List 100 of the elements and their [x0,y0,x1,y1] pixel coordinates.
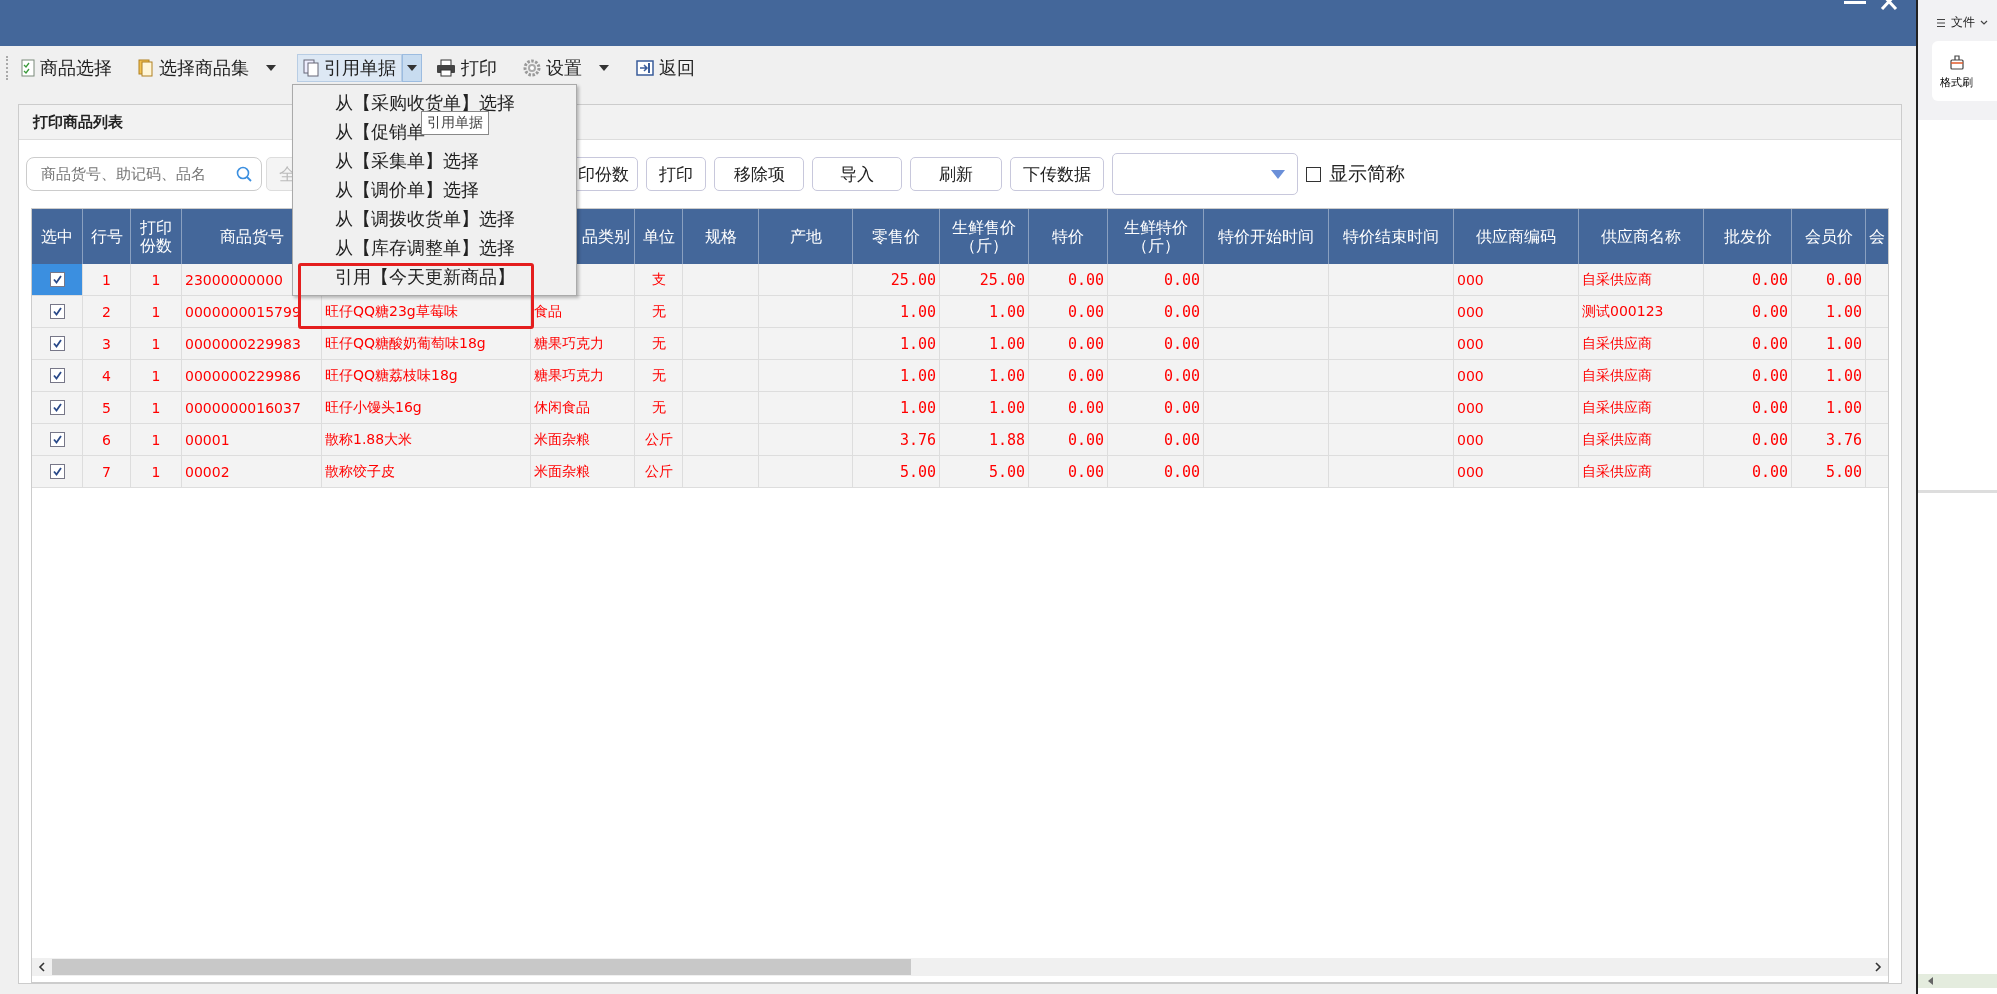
table-cell: 1.00 [988,398,1025,417]
side-scrollbar[interactable] [1918,974,1997,988]
action-button[interactable]: 移除项 [714,157,804,191]
table-cell: 0.00 [1163,462,1200,481]
column-header: 特价结束时间 [1343,227,1439,246]
row-checkbox[interactable] [49,272,65,287]
exit-icon [636,60,654,76]
table-cell: 0.00 [1751,334,1788,353]
table-cell: 旺仔QQ糖酸奶葡萄味18g [325,334,486,353]
table-cell: 00001 [185,431,230,448]
table-cell: 0000000229983 [185,335,301,352]
table-cell: 23000000000 [185,271,283,288]
table-cell: 0.00 [1067,270,1104,289]
table-cell: 000 [1457,367,1484,384]
copy-icon [303,59,319,77]
table-cell: 旺仔小馒头16g [325,398,422,417]
table-cell: 0.00 [1751,462,1788,481]
table-cell: 25.00 [979,270,1025,289]
table-cell: 1 [151,367,161,384]
toolbar-button[interactable]: 商品选择 [15,54,118,82]
table-cell: 0.00 [1067,462,1104,481]
table-cell: 自采供应商 [1582,398,1652,417]
table-cell: 3.76 [1825,430,1862,449]
toolbar-button[interactable]: 选择商品集 [132,54,255,82]
table-cell: 1 [151,303,161,320]
table-cell: 0.00 [1163,398,1200,417]
caret-icon[interactable] [402,54,422,82]
row-checkbox[interactable] [49,464,65,479]
table-cell: 糖果巧克力 [534,366,604,385]
action-button[interactable]: 导入 [812,157,902,191]
tooltip: 引用单据 [421,111,489,135]
table-cell: 无 [651,398,666,417]
action-button[interactable]: 下传数据 [1010,157,1104,191]
table-cell: 旺仔QQ糖荔枝味18g [325,366,458,385]
table-cell: 无 [651,334,666,353]
scroll-left-icon[interactable] [38,962,46,972]
table-cell: 公斤 [644,430,673,449]
table-cell: 散称饺子皮 [325,462,395,481]
table-cell: 25.00 [890,270,936,289]
table-cell: 1.00 [1825,302,1862,321]
table-cell: 0.00 [1163,270,1200,289]
column-header: 零售价 [872,227,920,246]
table-cell: 0.00 [1067,302,1104,321]
printer-icon [436,59,456,77]
table-cell: 散称1.88大米 [325,430,413,449]
toolbar-button[interactable]: 引用单据 [297,54,402,82]
table-cell: 0.00 [1067,334,1104,353]
row-checkbox[interactable] [49,336,65,351]
table-cell: 旺仔QQ糖23g草莓味 [325,302,458,321]
format-painter-button[interactable]: 格式刷 [1932,52,1981,90]
column-header: 商品货号 [219,227,284,246]
table-cell: 1.88 [988,430,1025,449]
close-icon[interactable] [1880,0,1898,10]
scroll-right-icon[interactable] [1874,962,1882,972]
column-header: 特价 [1052,227,1084,246]
table-cell: 公斤 [644,462,673,481]
table-cell: 自采供应商 [1582,270,1652,289]
minimize-icon[interactable] [1844,0,1866,6]
table-cell: 0.00 [1067,430,1104,449]
horizontal-scrollbar[interactable] [32,958,1888,976]
table-cell: 000 [1457,431,1484,448]
table-cell: 0000000229986 [185,367,301,384]
search-field[interactable]: 商品货号、助记码、品名 [26,157,262,191]
table-cell: 5 [102,399,111,416]
menu-icon[interactable] [1936,17,1946,28]
dropdown-field[interactable] [1112,153,1298,195]
chevron-icon[interactable] [1980,19,1988,26]
column-header: 特价开始时间 [1218,227,1314,246]
table-cell: 米面杂粮 [534,430,590,449]
menu-item[interactable]: 从【采集单】选择 [335,148,479,173]
table-cell: 1 [151,271,161,288]
toolbar-button[interactable]: 打印 [430,54,503,82]
action-button[interactable]: 打印 [646,157,706,191]
toolbar-button[interactable]: 返回 [630,54,701,82]
table-cell: 自采供应商 [1582,366,1652,385]
table-cell: 米面杂粮 [534,462,590,481]
column-header: 会 [1869,227,1885,246]
table-cell: 无 [651,366,666,385]
table-cell: 5.00 [1825,462,1862,481]
toolbar-button[interactable]: 设置 [517,54,588,82]
menu-item[interactable]: 从【库存调整单】选择 [335,235,515,260]
row-checkbox[interactable] [49,304,65,319]
file-menu[interactable]: 文件 [1951,14,1975,31]
action-button[interactable]: 刷新 [910,157,1002,191]
table-cell: 0.00 [1751,302,1788,321]
scroll-left-icon[interactable] [1928,977,1934,985]
row-checkbox[interactable] [49,400,65,415]
row-checkbox[interactable] [49,368,65,383]
column-header: 打印份数 [139,218,173,255]
menu-item[interactable]: 从【调价单】选择 [335,177,479,202]
table-cell: 0.00 [1067,398,1104,417]
table-cell: 2 [102,303,111,320]
table-cell: 000 [1457,335,1484,352]
table-cell: 6 [102,431,111,448]
table-cell: 0.00 [1163,366,1200,385]
row-checkbox[interactable] [49,432,65,447]
menu-item[interactable]: 从【调拨收货单】选择 [335,206,515,231]
search-icon[interactable] [236,166,252,182]
checkbox[interactable] [1306,166,1321,182]
table-cell: 3 [102,335,111,352]
